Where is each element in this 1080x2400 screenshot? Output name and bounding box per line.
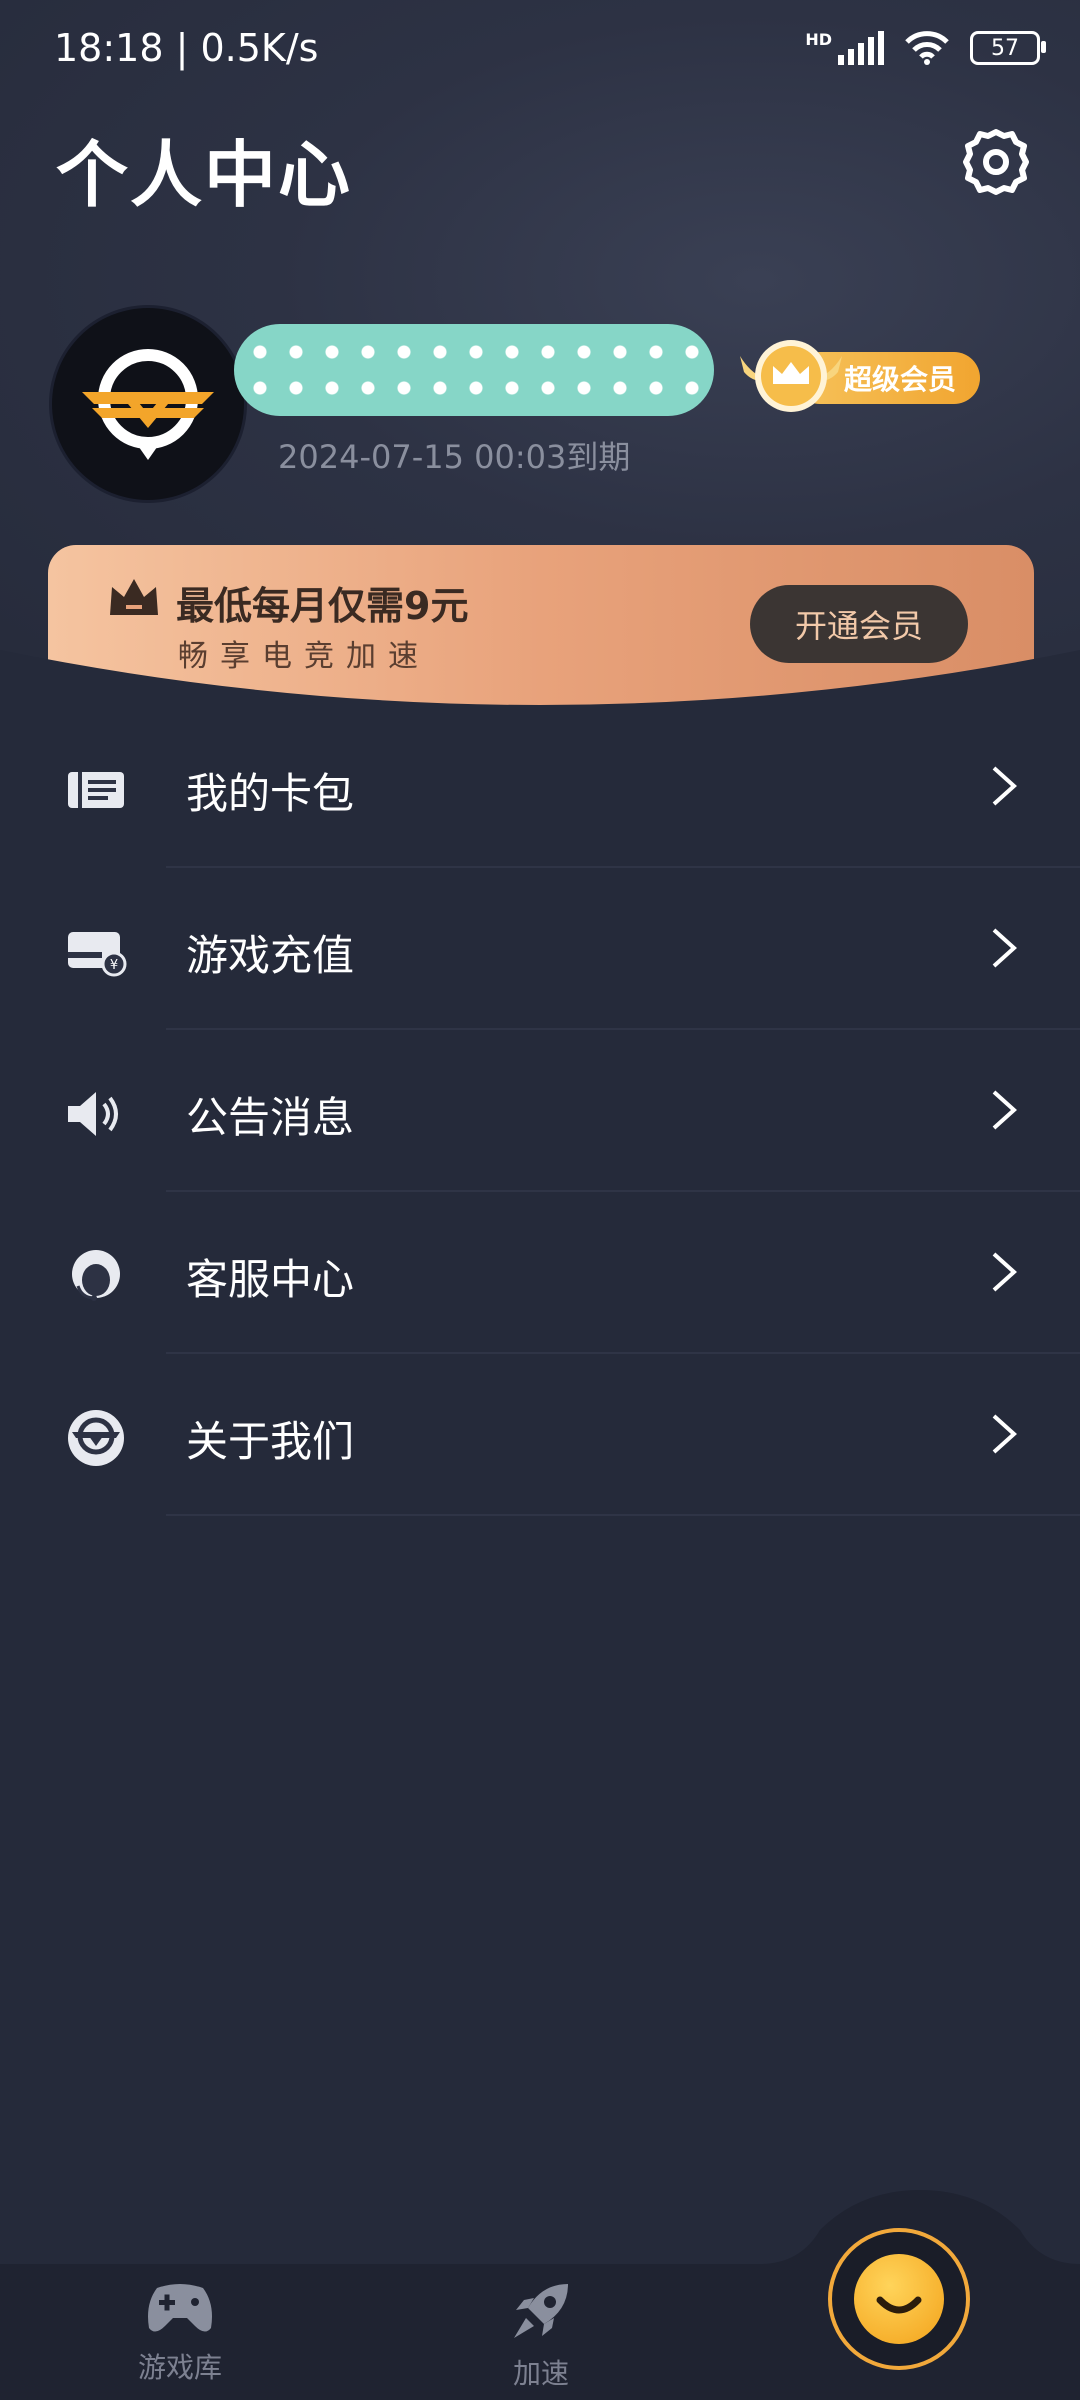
smile-icon — [854, 2254, 944, 2344]
speaker-icon — [68, 1092, 118, 1136]
menu-item-card-wallet[interactable]: 我的卡包 — [0, 706, 1080, 868]
wifi-icon — [905, 31, 949, 65]
menu-item-customer-service[interactable]: 客服中心 — [0, 1192, 1080, 1354]
page-title: 个人中心 — [56, 133, 353, 217]
vip-crown-icon — [740, 340, 842, 412]
chevron-right-icon — [992, 928, 1017, 968]
nav-item-profile-fab[interactable] — [828, 2228, 970, 2370]
vip-badge[interactable]: 超级会员 — [736, 336, 986, 412]
menu-label-announcements: 公告消息 — [186, 1093, 355, 1142]
menu-item-announcements[interactable]: 公告消息 — [0, 1030, 1080, 1192]
chevron-right-icon — [992, 1090, 1017, 1130]
gamepad-icon — [148, 2284, 212, 2332]
nav-item-accelerate[interactable]: 加速 — [461, 2278, 621, 2392]
menu-list: 我的卡包 ¥ 游戏充值 公告消息 客服中心 关于我们 — [0, 706, 1080, 1516]
menu-item-about-us[interactable]: 关于我们 — [0, 1354, 1080, 1516]
recharge-card-icon: ¥ — [68, 932, 127, 977]
customer-service-icon — [72, 1250, 120, 1301]
menu-label-customer-service: 客服中心 — [186, 1255, 355, 1304]
nav-label-game-library: 游戏库 — [137, 2351, 222, 2384]
network-label: HD — [805, 29, 832, 49]
signal-icon — [838, 31, 884, 65]
crown-icon — [110, 579, 158, 615]
vip-expiry-date: 2024-07-15 00:03到期 — [278, 438, 631, 476]
svg-text:¥: ¥ — [110, 958, 118, 973]
menu-label-about-us: 关于我们 — [186, 1417, 355, 1466]
about-logo-icon — [68, 1410, 124, 1466]
menu-divider — [166, 1514, 1080, 1516]
status-time-speed: 18:18 | 0.5K/s — [54, 26, 319, 70]
brand-logo-icon — [82, 349, 214, 460]
user-avatar[interactable] — [52, 308, 244, 500]
settings-gear-icon[interactable] — [960, 126, 1032, 198]
card-wallet-icon — [68, 772, 124, 808]
rocket-icon — [514, 2284, 568, 2338]
chevron-right-icon — [992, 1414, 1017, 1454]
chevron-right-icon — [992, 1252, 1017, 1292]
nav-label-accelerate: 加速 — [512, 2357, 569, 2390]
chevron-right-icon — [992, 766, 1017, 806]
menu-item-game-recharge[interactable]: ¥ 游戏充值 — [0, 868, 1080, 1030]
menu-label-card-wallet: 我的卡包 — [186, 769, 355, 818]
menu-label-game-recharge: 游戏充值 — [186, 931, 355, 980]
promo-title: 最低每月仅需9元 — [176, 584, 469, 628]
status-icons: HD 57 — [805, 29, 1046, 66]
nav-item-game-library[interactable]: 游戏库 — [100, 2278, 260, 2386]
battery-indicator: 57 — [970, 31, 1046, 65]
username-redacted — [234, 324, 714, 416]
battery-level: 57 — [991, 35, 1019, 61]
status-bar: 18:18 | 0.5K/s HD 57 — [0, 0, 1080, 100]
